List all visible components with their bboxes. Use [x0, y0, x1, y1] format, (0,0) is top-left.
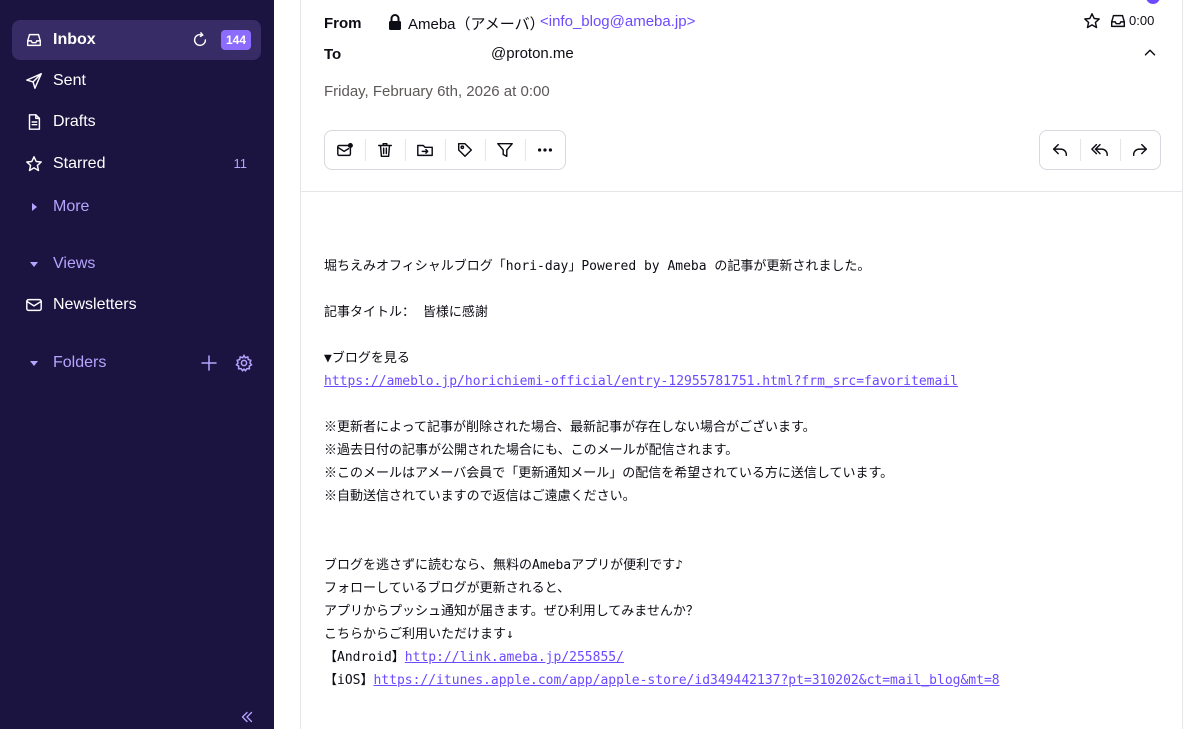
ios-app-link[interactable]: https://itunes.apple.com/app/apple-store…	[373, 673, 999, 688]
sidebar-item-sent[interactable]: Sent	[12, 61, 261, 101]
ios-label: 【iOS】	[324, 673, 374, 688]
move-folder-icon	[417, 144, 433, 157]
blog-entry-link[interactable]: https://ameblo.jp/horichiemi-official/en…	[324, 374, 958, 389]
sidebar-item-drafts[interactable]: Drafts	[12, 102, 261, 142]
add-folder-icon[interactable]	[199, 353, 219, 373]
android-label: 【Android】	[324, 650, 405, 665]
sidebar-item-label: Drafts	[53, 113, 96, 130]
inbox-icon	[24, 30, 44, 50]
body-text: ※更新者によって記事が削除された場合、最新記事が存在しない場合がございます。	[324, 420, 816, 435]
sender-email[interactable]: <info_blog@ameba.jp>	[540, 13, 695, 30]
body-text: ブログを逃さずに読むなら、無料のAmebaアプリが便利です♪	[324, 558, 683, 573]
star-icon	[24, 154, 44, 174]
sidebar-section-views[interactable]: Views	[12, 244, 261, 284]
move-to-folder-button[interactable]	[405, 131, 445, 169]
mark-unread-icon	[337, 142, 353, 157]
sidebar-item-label: Sent	[53, 72, 86, 89]
sidebar-section-label: Folders	[53, 354, 107, 371]
reply-button[interactable]	[1040, 131, 1080, 169]
sidebar-section-folders[interactable]: Folders	[12, 343, 261, 383]
message-time: 0:00	[1129, 13, 1155, 28]
paper-plane-icon	[24, 71, 44, 91]
collapse-sidebar-icon[interactable]	[238, 708, 256, 726]
unread-badge: 144	[220, 30, 251, 50]
corner-indicator	[1146, 0, 1160, 4]
inbox-location-icon	[1109, 12, 1127, 30]
message-body: 堀ちえみオフィシャルブログ「hori-day」Powered by Ameba …	[324, 255, 1174, 692]
body-text: 記事タイトル： 皆様に感謝	[324, 305, 488, 320]
more-actions-button[interactable]	[525, 131, 565, 169]
reply-toolbar	[1039, 130, 1161, 170]
caret-right-icon	[32, 203, 37, 211]
mark-unread-button[interactable]	[325, 131, 365, 169]
sidebar-item-label: Starred	[53, 155, 106, 172]
draft-file-icon	[24, 112, 44, 132]
body-text: アプリからプッシュ通知が届きます。ぜひ利用してみませんか？	[324, 604, 699, 619]
trash-icon	[377, 142, 393, 158]
body-text: ▼ブログを見る	[324, 351, 410, 366]
message-header: From Ameba（アメーバ） <info_blog@ameba.jp> 0:…	[301, 0, 1183, 192]
more-dots-icon	[537, 148, 553, 152]
label-button[interactable]	[445, 131, 485, 169]
lock-icon[interactable]	[387, 13, 403, 31]
starred-count: 11	[233, 156, 248, 171]
sidebar-item-label: Inbox	[53, 31, 96, 48]
sidebar-item-label: More	[53, 198, 90, 215]
sidebar-item-starred[interactable]: Starred 11	[12, 144, 261, 184]
body-text: こちらからご利用いただけます↓	[324, 627, 514, 642]
from-label: From	[324, 15, 362, 32]
tag-icon	[457, 142, 473, 158]
refresh-icon[interactable]	[191, 31, 209, 49]
forward-button[interactable]	[1120, 131, 1160, 169]
message-toolbar	[324, 130, 566, 170]
trash-button[interactable]	[365, 131, 405, 169]
sidebar-item-more[interactable]: More	[12, 187, 261, 227]
android-app-link[interactable]: http://link.ameba.jp/255855/	[405, 650, 624, 665]
message-view: From Ameba（アメーバ） <info_blog@ameba.jp> 0:…	[300, 0, 1183, 729]
sidebar-item-newsletters[interactable]: Newsletters	[12, 285, 261, 325]
sender-name[interactable]: Ameba（アメーバ）	[408, 13, 545, 34]
sidebar-item-label: Newsletters	[53, 296, 137, 313]
caret-down-icon	[30, 262, 38, 267]
forward-icon	[1132, 143, 1148, 157]
recipient-address[interactable]: @proton.me	[491, 45, 574, 62]
sidebar-item-inbox[interactable]: Inbox 144	[12, 20, 261, 60]
filter-icon	[497, 142, 513, 158]
body-text: ※自動送信されていますので返信はご遠慮ください。	[324, 489, 636, 504]
body-text: 堀ちえみオフィシャルブログ「hori-day」Powered by Ameba …	[324, 259, 871, 274]
sidebar-section-label: Views	[53, 255, 96, 272]
star-icon[interactable]	[1083, 12, 1101, 30]
body-text: ※過去日付の記事が公開された場合にも、このメールが配信されます。	[324, 443, 739, 458]
to-label: To	[324, 46, 342, 63]
reply-icon	[1052, 143, 1068, 157]
chevron-up-icon[interactable]	[1141, 44, 1159, 62]
gear-icon[interactable]	[234, 353, 254, 373]
body-text: フォローしているブログが更新されると、	[324, 581, 571, 596]
caret-down-icon	[30, 361, 38, 366]
filter-button[interactable]	[485, 131, 525, 169]
sidebar: Inbox 144 Sent Drafts Starred 11 More Vi…	[0, 0, 274, 729]
newsletter-envelope-icon	[24, 295, 44, 315]
message-date: Friday, February 6th, 2026 at 0:00	[324, 83, 550, 100]
body-text: ※このメールはアメーバ会員で「更新通知メール」の配信を希望されている方に送信して…	[324, 466, 894, 481]
reply-all-button[interactable]	[1080, 131, 1120, 169]
reply-all-icon	[1091, 143, 1108, 157]
